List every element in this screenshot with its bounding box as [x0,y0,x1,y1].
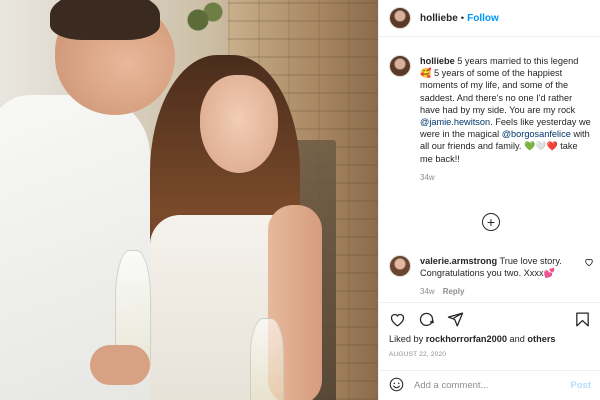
man-hair [50,0,160,40]
woman-face [200,75,278,173]
red-heart-emoji: ❤️ [546,141,558,152]
post-photo[interactable] [0,0,378,400]
share-icon[interactable] [447,311,464,328]
caption-timestamp[interactable]: 34w [420,173,591,182]
caption-username[interactable]: holliebe [420,56,455,66]
heart-outline-icon[interactable] [389,311,406,328]
comment-text: valerie.armstrong True love story. Congr… [420,255,580,279]
caption-avatar[interactable] [389,55,411,77]
author-username[interactable]: holliebe [420,13,458,24]
caption-text: holliebe 5 years married to this legend … [420,55,591,165]
add-comment-bar: Post [379,370,600,400]
post-comment-button[interactable]: Post [570,380,591,391]
green-heart-emoji: 💚 [524,141,536,152]
commenter-username[interactable]: valerie.armstrong [420,256,497,266]
post-side-panel: holliebe • Follow holliebe 5 years marri… [378,0,600,400]
smiling-hearts-emoji: 🥰 [420,68,432,79]
champagne-glass-2 [250,318,284,400]
caption-part1: 5 years married to this legend [454,56,579,66]
post-header: holliebe • Follow [379,0,600,37]
post-date[interactable]: AUGUST 22, 2020 [389,351,446,358]
bookmark-icon[interactable] [574,311,591,328]
comment-item: valerie.armstrong True love story. Congr… [389,255,594,279]
man-hand [90,345,150,385]
action-bar [379,302,600,336]
heart-outline-icon[interactable] [584,257,594,269]
plus-circle-icon[interactable]: + [482,213,500,231]
follow-button[interactable]: Follow [467,13,499,24]
mention-jamie[interactable]: @jamie.hewitson [420,117,490,127]
liked-by-others[interactable]: others [527,334,555,344]
mention-borgosanfelice[interactable]: @borgosanfelice [502,129,571,139]
comment-icon[interactable] [418,311,435,328]
hanging-plants [178,0,228,40]
white-heart-emoji: 🤍 [535,141,547,152]
comment-timestamp[interactable]: 34w [420,287,435,296]
reply-button[interactable]: Reply [443,287,465,296]
add-comment-input[interactable] [414,380,564,391]
likes-and: and [506,334,528,344]
caption-block: holliebe 5 years married to this legend … [379,55,600,182]
comment-meta: 34w Reply [420,287,464,296]
likes-summary: Liked by rockhorrorfan2000 and others [389,334,556,344]
header-separator: • [460,12,465,24]
likes-prefix: Liked by [389,334,426,344]
commenter-avatar[interactable] [389,255,411,277]
caption-part2: 5 years of some of the happiest moments … [420,68,576,115]
liked-by-user[interactable]: rockhorrorfan2000 [426,334,507,344]
author-avatar[interactable] [389,7,411,29]
smiley-icon[interactable] [389,377,404,395]
two-hearts-emoji: 💕 [543,268,556,279]
